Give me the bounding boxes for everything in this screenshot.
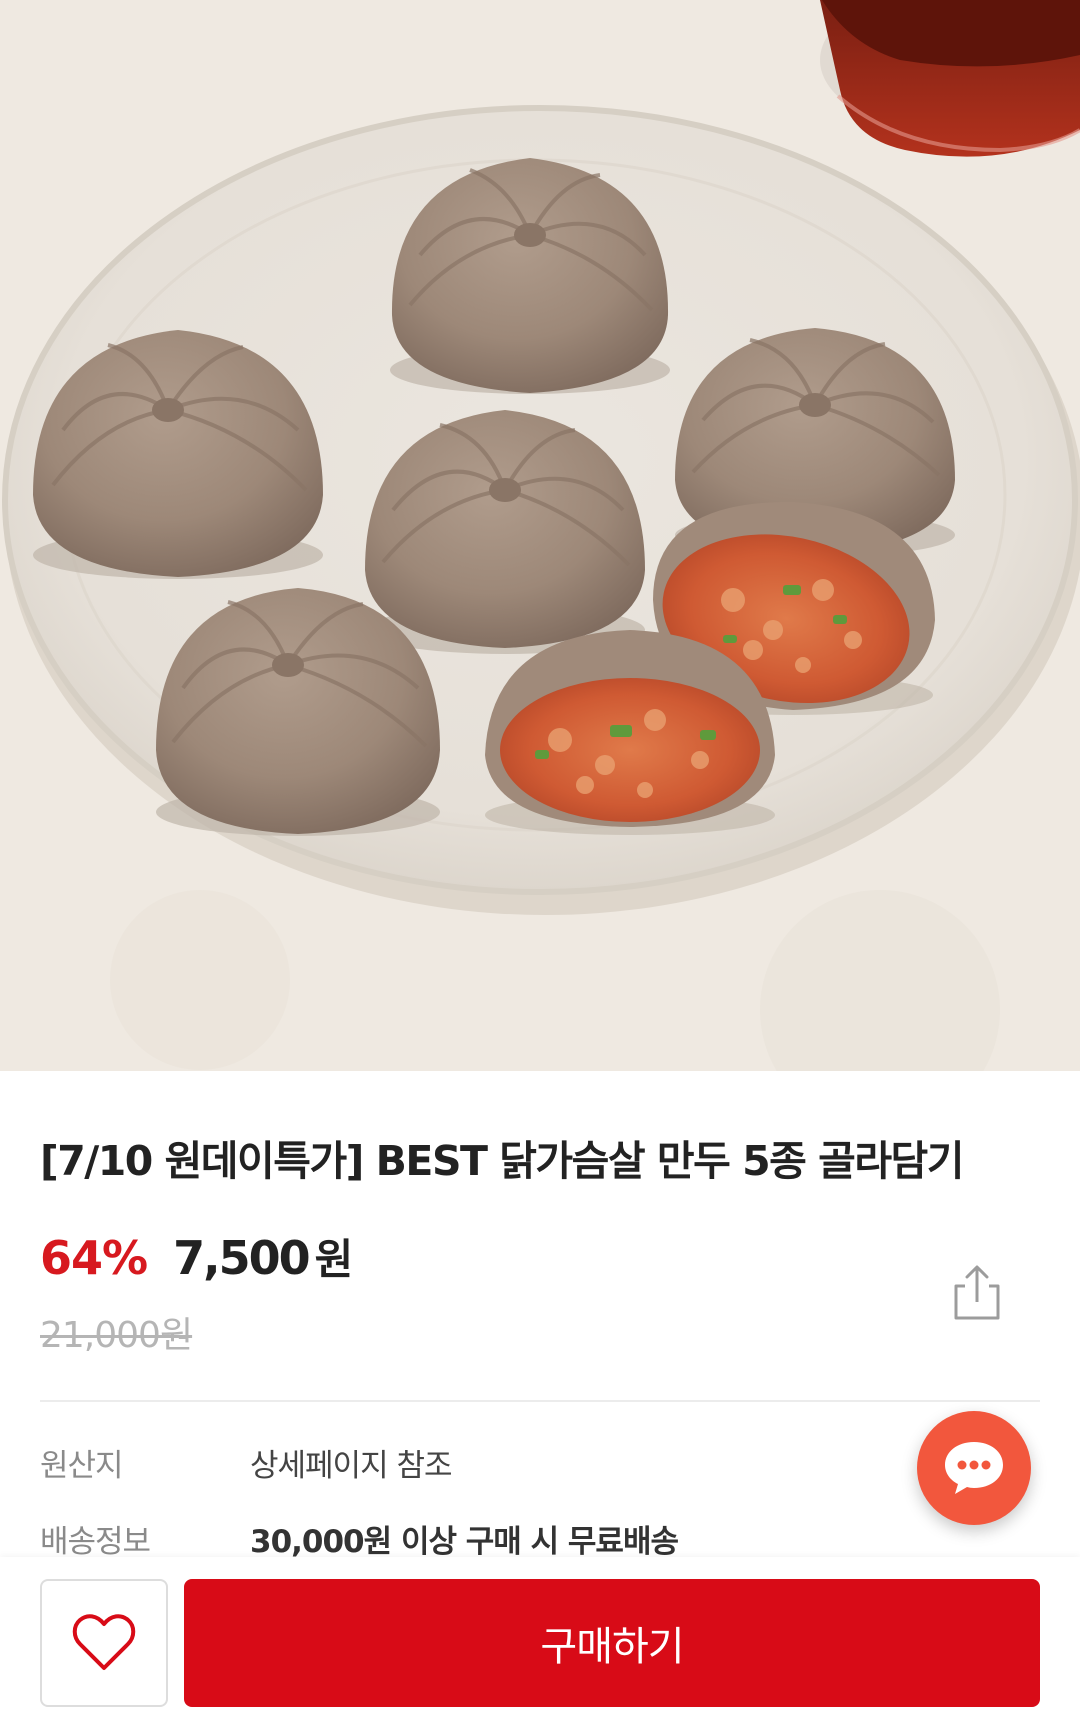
- dumpling-photo: [0, 0, 1080, 1071]
- price-row: 64% 7,500 원: [40, 1226, 353, 1296]
- origin-row: 원산지 상세페이지 참조: [40, 1437, 1040, 1487]
- bottom-action-bar: 구매하기: [0, 1557, 1080, 1725]
- discount-rate: 64%: [40, 1231, 148, 1285]
- shipping-value: 30,000원 이상 구매 시 무료배송: [250, 1523, 679, 1560]
- shipping-row: 배송정보 30,000원 이상 구매 시 무료배송: [40, 1513, 1040, 1563]
- origin-value: 상세페이지 참조: [250, 1447, 452, 1484]
- sale-price: 7,500: [173, 1231, 311, 1285]
- original-price: 21,000원: [40, 1315, 193, 1356]
- origin-label: 원산지: [40, 1447, 124, 1484]
- divider: [40, 1400, 1040, 1402]
- product-image: [0, 0, 1080, 1071]
- wishlist-button[interactable]: [40, 1579, 168, 1707]
- chat-bubble-icon: [945, 1442, 1003, 1494]
- shipping-label: 배송정보: [40, 1523, 151, 1560]
- price-unit: 원: [314, 1235, 354, 1284]
- chat-button[interactable]: [917, 1411, 1031, 1525]
- buy-button[interactable]: 구매하기: [184, 1579, 1040, 1707]
- heart-outline-icon: [72, 1614, 136, 1670]
- product-title: [7/10 원데이특가] BEST 닭가슴살 만두 5종 골라담기: [40, 1137, 964, 1185]
- cut-dumpling: [485, 630, 775, 835]
- share-button[interactable]: [950, 1262, 1004, 1322]
- share-icon: [954, 1265, 1000, 1320]
